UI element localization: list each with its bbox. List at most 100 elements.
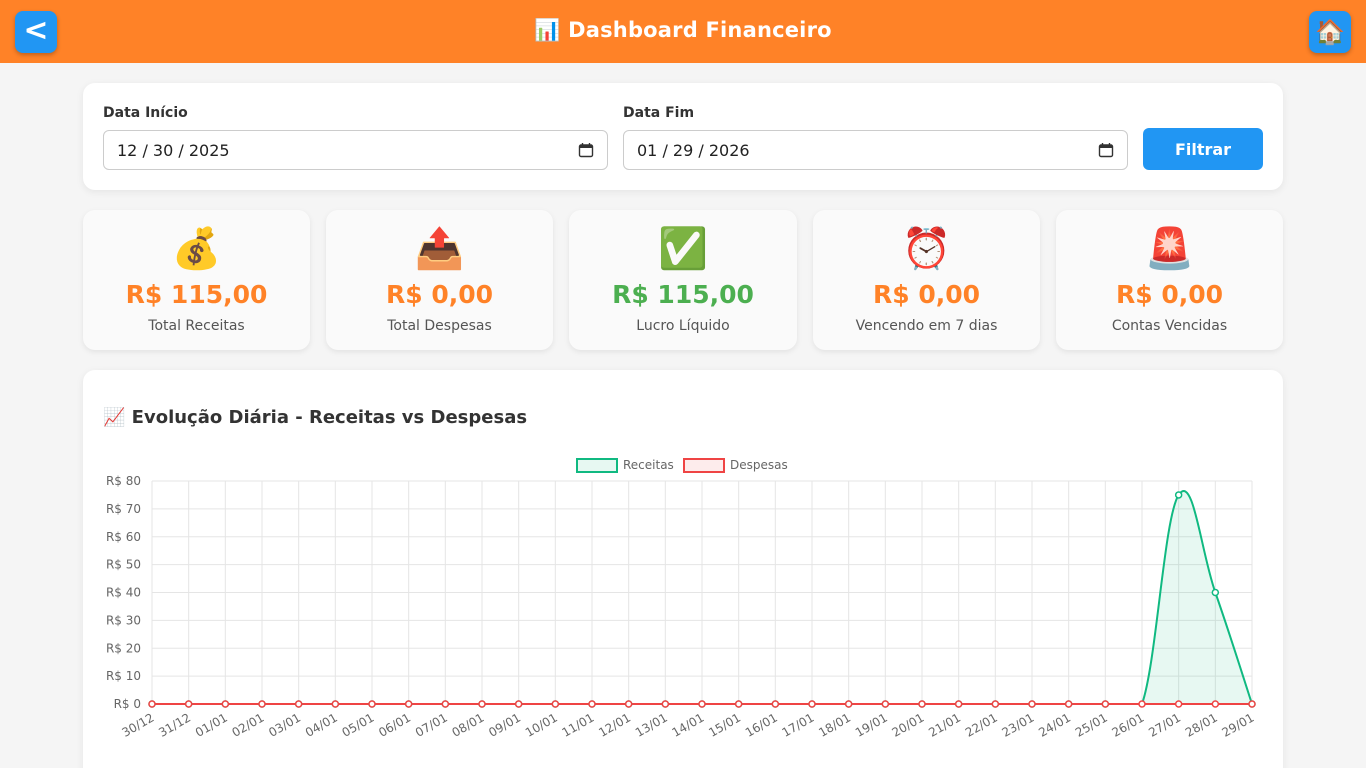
x-tick-label: 20/01 — [890, 710, 927, 739]
x-tick-label: 22/01 — [963, 710, 1000, 739]
home-icon: 🏠 — [1315, 18, 1345, 46]
y-tick-label: R$ 50 — [106, 558, 141, 572]
chart-panel: 📈 Evolução Diária - Receitas vs Despesas… — [83, 370, 1283, 768]
x-tick-label: 30/12 — [120, 710, 157, 739]
check-mark-icon: ✅ — [658, 226, 708, 272]
stat-value: R$ 0,00 — [872, 280, 981, 309]
data-point-despesas — [331, 700, 340, 708]
x-tick-label: 25/01 — [1073, 710, 1110, 739]
x-tick-label: 09/01 — [486, 710, 523, 739]
data-point-despesas — [808, 700, 816, 708]
data-point-despesas — [148, 700, 156, 708]
data-point-despesas — [1138, 700, 1146, 708]
calendar-icon[interactable] — [1098, 142, 1114, 158]
x-tick-label: 03/01 — [266, 710, 303, 739]
outbox-tray-icon: 📤 — [414, 226, 465, 272]
data-point-despesas — [258, 700, 266, 708]
y-tick-label: R$ 70 — [106, 502, 141, 516]
x-tick-label: 21/01 — [926, 710, 963, 739]
data-point-despesas — [551, 700, 560, 708]
legend-label-receitas: Receitas — [623, 458, 674, 472]
alarm-clock-icon: ⏰ — [901, 226, 952, 272]
data-point-despesas — [1211, 700, 1220, 708]
stat-card-lucro-liquido: ✅ R$ 115,00 Lucro Líquido — [569, 210, 797, 350]
stat-label: Total Despesas — [387, 318, 492, 334]
stat-card-contas-vencidas: 🚨 R$ 0,00 Contas Vencidas — [1056, 210, 1283, 350]
data-point-despesas — [698, 700, 706, 708]
y-tick-label: R$ 60 — [106, 530, 141, 544]
data-point-despesas — [918, 700, 926, 708]
legend-label-despesas: Despesas — [730, 458, 788, 472]
start-date-input[interactable]: 12 / 30 / 2025 — [103, 130, 608, 170]
data-point-receitas — [1211, 588, 1220, 597]
x-tick-label: 15/01 — [706, 710, 743, 739]
x-tick-label: 28/01 — [1183, 710, 1220, 739]
data-point-despesas — [184, 700, 193, 708]
start-date-label: Data Início — [103, 105, 188, 121]
data-point-despesas — [1064, 700, 1073, 708]
siren-icon: 🚨 — [1144, 226, 1195, 272]
data-point-despesas — [661, 700, 670, 708]
data-point-receitas — [1174, 491, 1183, 499]
x-tick-label: 02/01 — [230, 710, 267, 739]
y-tick-label: R$ 30 — [106, 613, 141, 627]
y-tick-label: R$ 40 — [106, 586, 141, 600]
data-point-despesas — [404, 700, 413, 708]
data-point-despesas — [1174, 700, 1183, 708]
start-date-value: 12 / 30 / 2025 — [117, 140, 230, 160]
stat-value: R$ 0,00 — [1115, 280, 1224, 309]
x-tick-label: 31/12 — [156, 710, 193, 739]
y-tick-label: R$ 20 — [106, 641, 141, 655]
x-tick-label: 26/01 — [1110, 710, 1147, 739]
x-tick-label: 07/01 — [413, 710, 450, 739]
data-point-despesas — [368, 700, 376, 708]
data-point-despesas — [588, 700, 596, 708]
x-tick-label: 08/01 — [450, 710, 487, 739]
data-point-despesas — [624, 700, 633, 708]
x-tick-label: 24/01 — [1036, 710, 1073, 739]
x-tick-label: 16/01 — [743, 710, 780, 739]
x-tick-label: 05/01 — [340, 710, 377, 739]
x-tick-label: 27/01 — [1146, 710, 1183, 739]
data-point-despesas — [1101, 700, 1110, 708]
date-filter-panel: Data Início 12 / 30 / 2025 Data Fim 01 /… — [83, 83, 1283, 190]
stat-value: R$ 115,00 — [125, 280, 268, 309]
data-point-despesas — [221, 700, 230, 708]
data-point-despesas — [991, 700, 1000, 708]
x-tick-label: 06/01 — [376, 710, 413, 739]
stat-card-total-despesas: 📤 R$ 0,00 Total Despesas — [326, 210, 553, 350]
header-bar: < 📊 Dashboard Financeiro 🏠 — [0, 0, 1366, 63]
x-tick-label: 01/01 — [193, 710, 230, 739]
data-point-despesas — [734, 700, 743, 708]
data-point-despesas — [514, 700, 523, 708]
data-point-despesas — [478, 700, 486, 708]
stat-card-total-receitas: 💰 R$ 115,00 Total Receitas — [83, 210, 310, 350]
x-tick-label: 18/01 — [816, 710, 853, 739]
data-point-despesas — [1028, 700, 1036, 708]
stat-label: Total Receitas — [148, 318, 245, 334]
x-tick-label: 19/01 — [853, 710, 890, 739]
filter-button[interactable]: Filtrar — [1143, 128, 1263, 170]
y-tick-label: R$ 80 — [106, 474, 141, 488]
x-tick-label: 13/01 — [633, 710, 670, 739]
data-point-despesas — [844, 700, 853, 708]
x-tick-label: 10/01 — [523, 710, 560, 739]
x-tick-label: 29/01 — [1220, 710, 1257, 739]
money-bag-icon: 💰 — [171, 226, 222, 272]
stat-value: R$ 0,00 — [385, 280, 494, 309]
data-point-despesas — [954, 700, 963, 708]
y-tick-label: R$ 10 — [106, 669, 141, 683]
stat-label: Vencendo em 7 dias — [855, 318, 998, 334]
stat-label: Contas Vencidas — [1111, 318, 1228, 334]
stat-card-vencendo-7-dias: ⏰ R$ 0,00 Vencendo em 7 dias — [813, 210, 1040, 350]
x-tick-label: 14/01 — [670, 710, 707, 739]
end-date-input[interactable]: 01 / 29 / 2026 — [623, 130, 1128, 170]
x-tick-label: 04/01 — [303, 710, 340, 739]
end-date-label: Data Fim — [623, 105, 695, 121]
data-point-despesas — [881, 700, 890, 708]
home-button[interactable]: 🏠 — [1309, 11, 1351, 53]
calendar-icon[interactable] — [578, 142, 594, 158]
legend-swatch-despesas — [683, 458, 725, 473]
data-point-despesas — [294, 700, 303, 708]
legend-swatch-receitas — [576, 458, 618, 473]
